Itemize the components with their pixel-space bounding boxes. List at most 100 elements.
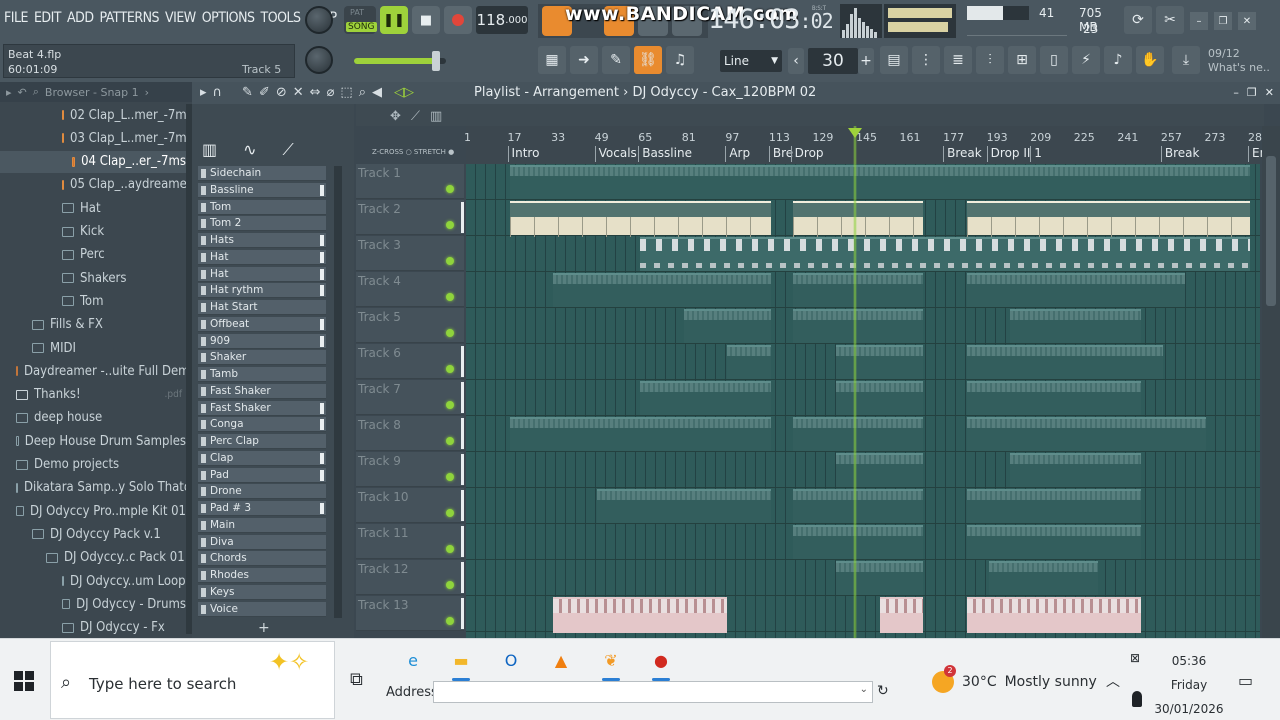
file-explorer-app[interactable]: ▬ [446, 645, 476, 681]
zcross-stretch-toggles[interactable]: Z-CROSS ○ STRETCH ● [372, 148, 454, 156]
pattern-clip[interactable] [836, 381, 924, 415]
time-marker[interactable]: Bre [768, 146, 793, 162]
time-marker[interactable]: Bassline [638, 146, 692, 162]
track-header[interactable]: Track 13 [356, 596, 464, 631]
channel-button[interactable]: Perc Clap [198, 434, 326, 449]
time-marker[interactable]: Drop [790, 146, 824, 162]
time-marker[interactable]: 1 [1030, 146, 1042, 162]
time-marker[interactable]: Arp [725, 146, 750, 162]
select-icon[interactable]: ⬚ [340, 85, 352, 100]
cut-tool-icon[interactable]: ✂ [1156, 6, 1184, 34]
pattern-clip[interactable] [509, 201, 771, 237]
browser-item[interactable]: Dikatara Samp..y Solo Thato [0, 477, 186, 499]
minimize-icon[interactable]: – [1233, 86, 1239, 99]
search-icon[interactable]: ⌕ [33, 85, 39, 99]
notification-icon[interactable]: ▭ [1238, 671, 1253, 690]
slider-handle[interactable] [432, 51, 440, 71]
track-mute-led[interactable] [446, 581, 454, 589]
zoom-in-icon[interactable]: + [858, 48, 874, 74]
pattern-clip[interactable] [966, 345, 1163, 379]
microphone-icon[interactable] [1132, 691, 1142, 707]
snap-arrows-icon[interactable]: ✥ [390, 109, 401, 124]
pattern-clip[interactable] [553, 597, 728, 633]
pattern-clip[interactable] [966, 417, 1207, 451]
browser-item[interactable]: Shakers [0, 267, 186, 289]
browser-tree-icon[interactable]: ⊞ [1008, 46, 1036, 74]
pattern-clip[interactable] [509, 165, 1250, 199]
channel-button[interactable]: Tamb [198, 367, 326, 382]
channel-button[interactable]: Bassline [198, 182, 326, 198]
track-header[interactable]: Track 7 [356, 380, 464, 415]
download-icon[interactable]: ⤓ [1172, 46, 1200, 74]
track-mute-led[interactable] [446, 437, 454, 445]
browser-item[interactable]: 03 Clap_L..mer_-7ms [0, 127, 186, 149]
pattern-clip[interactable] [966, 597, 1142, 633]
channel-button[interactable]: Hat rythm [198, 283, 326, 299]
browser-item[interactable]: Perc [0, 244, 186, 266]
browser-item[interactable]: Thanks! .pdf [0, 384, 186, 406]
pattern-clip[interactable] [683, 309, 771, 343]
snap-select[interactable]: Line ▼ [720, 50, 782, 72]
pattern-clip[interactable] [836, 561, 924, 595]
channel-button[interactable]: Tom 2 [198, 216, 326, 232]
track-header[interactable]: Track 10 [356, 488, 464, 523]
menu-options[interactable]: OPTIONS [202, 10, 255, 26]
playlist-view-icon[interactable]: ▤ [880, 46, 908, 74]
channel-button[interactable]: Fast Shaker [198, 400, 326, 416]
chevron-down-icon[interactable]: ⌄ [860, 684, 868, 695]
menu-view[interactable]: VIEW [165, 10, 196, 26]
time-marker[interactable]: Break [1160, 146, 1199, 162]
browser-item[interactable]: Fills & FX [0, 314, 186, 336]
track-mute-led[interactable] [446, 401, 454, 409]
browser-item[interactable]: Hat [0, 197, 186, 219]
browser-item[interactable]: DJ Odyccy - Fx [0, 617, 186, 639]
task-view-icon[interactable]: ⧉ [350, 669, 363, 690]
pattern-clip[interactable] [966, 273, 1185, 307]
browser-item[interactable]: 05 Clap_..aydreamer [0, 174, 186, 196]
windows-start-icon[interactable] [14, 671, 34, 691]
song-position-clock[interactable]: 146:03:02 B:S:T [708, 4, 836, 38]
track-mute-led[interactable] [446, 185, 454, 193]
pattern-clip[interactable] [792, 201, 924, 237]
speaker-icon[interactable]: ◀ [372, 85, 382, 100]
pattern-clip[interactable] [966, 381, 1142, 415]
time-marker[interactable]: Break [943, 146, 982, 162]
pattern-clip[interactable] [727, 345, 771, 379]
minimize-icon[interactable]: – [1190, 12, 1208, 30]
browser-item[interactable]: 02 Clap_L..mer_-7ms [0, 104, 186, 126]
collapse-icon[interactable]: ▸ [6, 86, 12, 99]
track-header[interactable]: Track 9 [356, 452, 464, 487]
channel-button[interactable]: Hat [198, 266, 326, 282]
zoom-icon[interactable]: ⌕ [359, 85, 366, 100]
network-icon[interactable]: ⊠ [1130, 651, 1140, 665]
news-panel[interactable]: 09/12 What's ne.. [1208, 47, 1270, 75]
pattern-clip[interactable] [836, 453, 924, 487]
track-mute-led[interactable] [446, 257, 454, 265]
track-header[interactable]: Track 1 [356, 164, 464, 199]
channel-button[interactable]: Shaker [198, 350, 326, 366]
brush-icon[interactable]: ✎ [602, 46, 630, 74]
channel-button[interactable]: Pad # 3 [198, 501, 326, 516]
pattern-clip[interactable] [988, 561, 1098, 595]
vlc-app[interactable]: ▲ [546, 645, 576, 675]
playlist-grid[interactable] [466, 164, 1260, 638]
stop-button[interactable]: ■ [412, 6, 440, 34]
sliders-icon[interactable]: ⫶ [976, 46, 1004, 74]
pattern-clip[interactable] [640, 237, 1250, 271]
browser-item[interactable]: DJ Odyccy..um Loops [0, 570, 186, 592]
tempo-display[interactable]: 118.000 [476, 6, 528, 34]
track-header[interactable]: Track 8 [356, 416, 464, 451]
channel-button[interactable]: Conga [198, 417, 326, 433]
track-header[interactable]: Track 4 [356, 272, 464, 307]
browser-item[interactable]: DJ Odyccy Pack v.1 [0, 523, 186, 545]
channel-button[interactable]: Pad [198, 467, 326, 483]
track-header[interactable]: Track 2 [356, 200, 464, 235]
track-mute-led[interactable] [446, 365, 454, 373]
weather-widget[interactable]: 2 30°C Mostly sunny [932, 665, 1097, 693]
channel-button[interactable]: Clap [198, 450, 326, 466]
track-header[interactable]: Track 11 [356, 524, 464, 559]
hand-icon[interactable]: ✋ [1136, 46, 1164, 74]
browser-item[interactable]: Kick [0, 221, 186, 243]
slice-icon[interactable]: ⌀ [327, 85, 335, 100]
diagonal-icon[interactable]: ⟋ [411, 109, 420, 124]
